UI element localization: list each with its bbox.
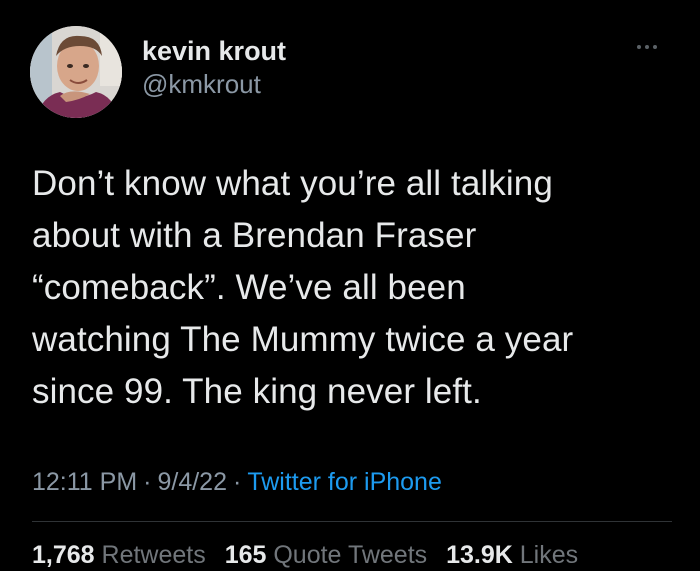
likes-count: 13.9K — [446, 541, 513, 569]
tweet-header: kevin krout @kmkrout — [30, 26, 670, 122]
likes-label: Likes — [519, 541, 579, 569]
meta-separator: · — [143, 468, 152, 496]
likes-stat[interactable]: 13.9K Likes — [446, 541, 578, 569]
tweet-card: kevin krout @kmkrout Don’t know what you… — [0, 0, 700, 569]
engagement-stats: 1,768 Retweets 165 Quote Tweets 13.9K Li… — [32, 539, 590, 571]
display-name[interactable]: kevin krout — [142, 34, 286, 68]
quotes-count: 165 — [224, 541, 267, 569]
dot-icon — [645, 45, 649, 50]
tweet-source-link[interactable]: Twitter for iPhone — [247, 468, 442, 496]
meta-separator: · — [233, 468, 242, 496]
tweet-date[interactable]: 9/4/22 — [157, 468, 227, 496]
divider — [32, 521, 672, 522]
avatar[interactable] — [30, 26, 122, 118]
user-handle[interactable]: @kmkrout — [142, 68, 286, 100]
retweets-label: Retweets — [101, 541, 206, 569]
ellipsis-icon[interactable] — [630, 38, 664, 58]
tweet-text: Don’t know what you’re all talking about… — [32, 164, 574, 411]
quote-tweets-stat[interactable]: 165 Quote Tweets — [225, 541, 427, 569]
profile-photo-avatar-icon — [30, 26, 122, 118]
tweet-meta: 12:11 PM · 9/4/22 · Twitter for iPhone — [32, 466, 442, 498]
retweets-count: 1,768 — [32, 541, 95, 569]
user-info: kevin krout @kmkrout — [142, 34, 286, 100]
dot-icon — [637, 45, 641, 50]
tweet-time[interactable]: 12:11 PM — [32, 468, 137, 496]
quotes-label: Quote Tweets — [273, 541, 428, 569]
retweets-stat[interactable]: 1,768 Retweets — [32, 541, 206, 569]
dot-icon — [653, 45, 657, 50]
